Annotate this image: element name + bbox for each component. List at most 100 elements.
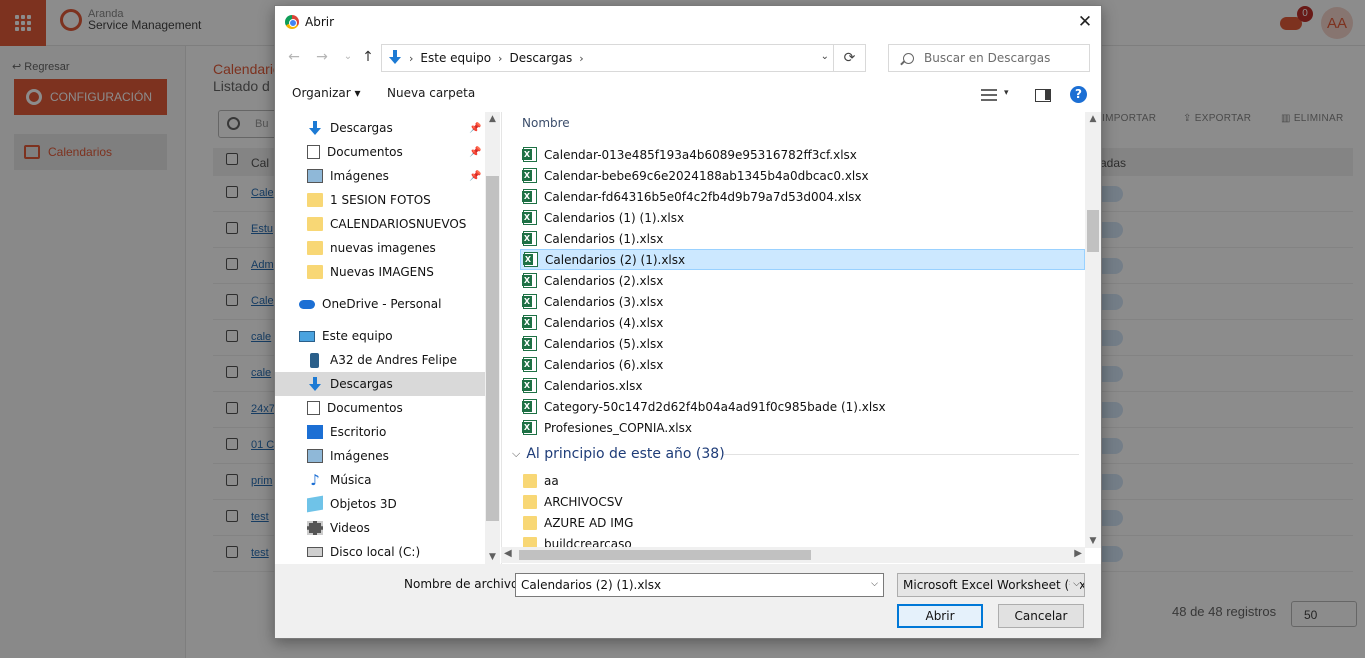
- file-item[interactable]: Calendarios (5).xlsx: [520, 333, 1085, 354]
- scroll-down-icon[interactable]: ▼: [485, 552, 500, 562]
- dialog-title: Abrir: [305, 15, 335, 29]
- folder-item[interactable]: aa: [520, 470, 1085, 491]
- back-arrow-icon[interactable]: ←: [285, 48, 303, 66]
- download-icon: [307, 377, 323, 391]
- nav-item-descargas[interactable]: Descargas: [275, 372, 485, 396]
- close-button[interactable]: ✕: [1073, 11, 1097, 33]
- nav-item-disco-local-c[interactable]: Disco local (C:): [275, 540, 485, 564]
- file-item[interactable]: Calendarios (1).xlsx: [520, 228, 1085, 249]
- file-name: Category-50c147d2d62f4b04a4ad91f0c985bad…: [544, 399, 886, 414]
- folder-icon: [523, 515, 537, 530]
- file-item[interactable]: Category-50c147d2d62f4b04a4ad91f0c985bad…: [520, 396, 1085, 417]
- nav-item-label: Disco local (C:): [330, 545, 421, 559]
- file-name: Calendarios (2) (1).xlsx: [545, 252, 686, 267]
- nav-item-a32-de-andres-felipe[interactable]: A32 de Andres Felipe: [275, 348, 485, 372]
- nav-item-label: Descargas: [330, 121, 393, 135]
- recent-locations-icon[interactable]: ⌄: [339, 48, 357, 66]
- chevron-down-icon[interactable]: ⌄: [821, 51, 829, 62]
- pin-icon: 📌: [469, 170, 482, 182]
- nav-item-nuevas-imagenes[interactable]: nuevas imagenes: [275, 236, 485, 260]
- scrollbar-thumb[interactable]: [486, 176, 499, 521]
- file-name: Calendarios (6).xlsx: [544, 357, 664, 372]
- scrollbar-thumb[interactable]: [519, 550, 811, 560]
- excel-file-icon: [522, 378, 537, 393]
- up-arrow-icon[interactable]: ↑: [359, 48, 377, 66]
- chevron-down-icon: ⌵: [1070, 579, 1080, 589]
- excel-file-icon: [522, 420, 537, 435]
- chevron-down-icon[interactable]: ▾: [1004, 88, 1009, 98]
- organize-button[interactable]: Organizar ▾: [292, 86, 361, 100]
- breadcrumb-este-equipo[interactable]: Este equipo: [420, 51, 491, 65]
- file-list-vertical-scrollbar[interactable]: ▲ ▼: [1085, 112, 1101, 548]
- nav-item-label: Nuevas IMAGENS: [330, 265, 434, 279]
- excel-file-icon: [522, 189, 537, 204]
- forward-arrow-icon[interactable]: →: [313, 48, 331, 66]
- scroll-down-icon[interactable]: ▼: [1085, 536, 1101, 546]
- new-folder-button[interactable]: Nueva carpeta: [387, 86, 475, 100]
- scrollbar-thumb[interactable]: [1087, 210, 1099, 252]
- file-item[interactable]: Calendarios.xlsx: [520, 375, 1085, 396]
- file-name: Calendar-fd64316b5e0f4c2fb4d9b79a7d53d00…: [544, 189, 862, 204]
- scroll-up-icon[interactable]: ▲: [1085, 114, 1101, 124]
- view-options-icon[interactable]: [981, 89, 997, 101]
- file-item[interactable]: Calendar-fd64316b5e0f4c2fb4d9b79a7d53d00…: [520, 186, 1085, 207]
- refresh-icon[interactable]: ⟳: [833, 45, 865, 71]
- navigation-bar: ← → ⌄ ↑ › Este equipo › Descargas › ⌄ ⟳ …: [275, 42, 1101, 74]
- scroll-up-icon[interactable]: ▲: [485, 114, 500, 124]
- folder-icon: [523, 473, 537, 488]
- file-type-select[interactable]: Microsoft Excel Worksheet (*.xl ⌵: [897, 573, 1085, 597]
- nav-item-videos[interactable]: Videos: [275, 516, 485, 540]
- scroll-right-icon[interactable]: ▶: [1074, 548, 1082, 559]
- excel-file-icon: [522, 294, 537, 309]
- cancel-button[interactable]: Cancelar: [998, 604, 1084, 628]
- file-item[interactable]: Calendarios (6).xlsx: [520, 354, 1085, 375]
- chevron-down-icon: ⌵: [512, 447, 521, 460]
- nav-item-imágenes[interactable]: Imágenes: [275, 444, 485, 468]
- file-list-pane: Nombre Calendar-013e485f193a4b6089e95316…: [501, 112, 1101, 564]
- file-item[interactable]: Calendarios (3).xlsx: [520, 291, 1085, 312]
- nav-item-escritorio[interactable]: Escritorio: [275, 420, 485, 444]
- nav-item-label: Documentos: [327, 401, 403, 415]
- group-header[interactable]: ⌵ Al principio de este año (38): [512, 446, 725, 462]
- file-name: Calendarios (1) (1).xlsx: [544, 210, 685, 225]
- open-button[interactable]: Abrir: [897, 604, 983, 628]
- dialog-titlebar: Abrir ✕: [275, 6, 1101, 39]
- navigation-pane-scrollbar[interactable]: ▲ ▼: [485, 112, 500, 564]
- file-item[interactable]: Calendar-013e485f193a4b6089e95316782ff3c…: [520, 144, 1085, 165]
- file-item[interactable]: Calendarios (2) (1).xlsx: [520, 249, 1085, 270]
- nav-item-imágenes[interactable]: Imágenes 📌: [275, 164, 485, 188]
- nav-item-objetos-3d[interactable]: Objetos 3D: [275, 492, 485, 516]
- file-list-horizontal-scrollbar[interactable]: ◀ ▶: [501, 547, 1085, 563]
- nav-item-documentos[interactable]: Documentos 📌: [275, 140, 485, 164]
- help-icon[interactable]: ?: [1070, 86, 1087, 103]
- search-input[interactable]: Buscar en Descargas: [888, 44, 1090, 72]
- file-item[interactable]: Profesiones_COPNIA.xlsx: [520, 417, 1085, 438]
- nav-item-música[interactable]: ♪ Música: [275, 468, 485, 492]
- column-header-name[interactable]: Nombre: [522, 116, 570, 130]
- preview-pane-icon[interactable]: [1035, 89, 1051, 102]
- nav-item-calendariosnuevos[interactable]: CALENDARIOSNUEVOS: [275, 212, 485, 236]
- disk-icon: [307, 547, 323, 557]
- nav-item-este-equipo[interactable]: Este equipo: [275, 324, 485, 348]
- nav-item-1-sesion-fotos[interactable]: 1 SESION FOTOS: [275, 188, 485, 212]
- scroll-left-icon[interactable]: ◀: [504, 548, 512, 559]
- nav-item-onedrive-personal[interactable]: OneDrive - Personal: [275, 292, 485, 316]
- phone-icon: [310, 352, 319, 368]
- file-name-input[interactable]: Calendarios (2) (1).xlsx ⌵: [515, 573, 884, 597]
- address-bar[interactable]: › Este equipo › Descargas › ⌄ ⟳: [381, 44, 866, 72]
- dialog-footer: Nombre de archivo: Calendarios (2) (1).x…: [275, 564, 1101, 638]
- folder-item[interactable]: AZURE AD IMG: [520, 512, 1085, 533]
- breadcrumb-descargas[interactable]: Descargas: [509, 51, 572, 65]
- breadcrumb-separator: ›: [498, 51, 503, 65]
- nav-item-nuevas-imagens[interactable]: Nuevas IMAGENS: [275, 260, 485, 284]
- nav-item-documentos[interactable]: Documentos: [275, 396, 485, 420]
- file-item[interactable]: Calendar-bebe69c6e2024188ab1345b4a0dbcac…: [520, 165, 1085, 186]
- nav-item-descargas[interactable]: Descargas 📌: [275, 116, 485, 140]
- file-item[interactable]: Calendarios (1) (1).xlsx: [520, 207, 1085, 228]
- file-name: Calendarios (1).xlsx: [544, 231, 664, 246]
- folder-item[interactable]: ARCHIVOCSV: [520, 491, 1085, 512]
- file-item[interactable]: Calendarios (2).xlsx: [520, 270, 1085, 291]
- folder-name: aa: [544, 473, 559, 488]
- chevron-down-icon[interactable]: ⌵: [871, 579, 878, 589]
- file-item[interactable]: Calendarios (4).xlsx: [520, 312, 1085, 333]
